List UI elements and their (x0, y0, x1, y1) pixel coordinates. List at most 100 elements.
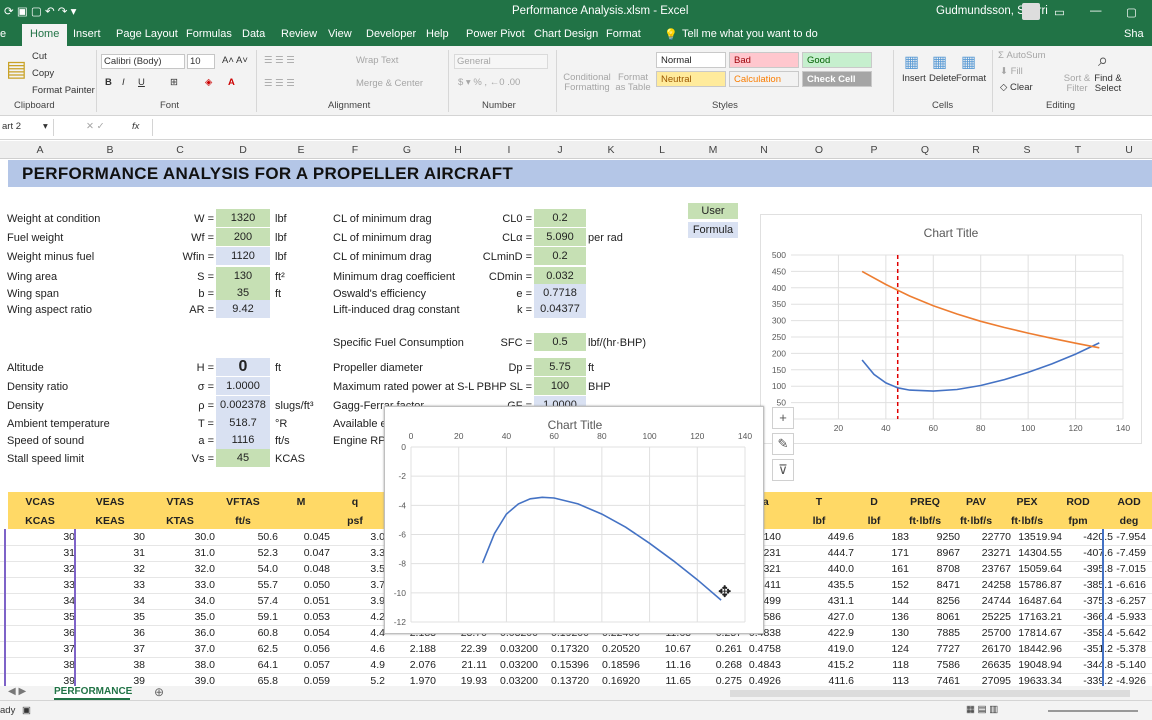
style-neutral[interactable]: Neutral (656, 71, 726, 87)
col-header-a[interactable]: A (30, 144, 50, 156)
table-cell[interactable]: 0.053 (304, 611, 330, 623)
table-cell[interactable]: 140 (763, 531, 781, 543)
chart-power[interactable]: Chart Title05010015020025030035040045050… (760, 214, 1142, 444)
table-cell[interactable]: 38 (133, 659, 145, 671)
fill-color-icon[interactable]: ◈ (205, 77, 212, 88)
table-cell[interactable]: 124 (891, 643, 909, 655)
table-cell[interactable]: 499 (763, 595, 781, 607)
table-cell[interactable]: 4.4 (370, 627, 385, 639)
sort-filter-button[interactable]: Sort & Filter (1062, 74, 1092, 94)
table-cell[interactable]: 0.4758 (749, 643, 781, 655)
view-buttons-icon[interactable]: ▦ ▤ ▥ (966, 704, 998, 715)
table-cell[interactable]: 21.11 (462, 659, 488, 671)
tab-chart-design[interactable]: Chart Design (534, 28, 598, 40)
table-cell[interactable]: 449.6 (828, 531, 854, 543)
tab-insert[interactable]: Insert (73, 28, 101, 40)
table-cell[interactable]: 2.076 (410, 659, 436, 671)
table-cell[interactable]: 4.2 (370, 611, 385, 623)
table-cell[interactable]: 24258 (982, 579, 1011, 591)
style-bad[interactable]: Bad (729, 52, 799, 68)
table-cell[interactable]: 427.0 (828, 611, 854, 623)
table-cell[interactable]: 3.7 (370, 579, 385, 591)
col-header-i[interactable]: I (499, 144, 519, 156)
tab-power-pivot[interactable]: Power Pivot (466, 28, 525, 40)
number-format-select[interactable]: General (454, 54, 548, 69)
table-cell[interactable]: 19048.94 (1018, 659, 1062, 671)
table-cell[interactable]: 33.0 (195, 579, 215, 591)
param-value[interactable]: 130 (216, 267, 270, 285)
param-value[interactable]: 0.002378 (216, 396, 270, 414)
col-header-m[interactable]: M (703, 144, 723, 156)
param-value[interactable]: 1120 (216, 247, 270, 265)
find-icon[interactable]: ⌕ (1098, 50, 1108, 71)
table-cell[interactable]: 24744 (982, 595, 1011, 607)
table-cell[interactable]: 17163.21 (1018, 611, 1062, 623)
chart-aod[interactable]: Chart Title 0 -2 -4 -6 -8 -10 -12 0 20 40 60 80 100 12… (384, 406, 764, 634)
tab-developer[interactable]: Developer (366, 28, 416, 40)
delete-cells-button[interactable]: Delete (929, 73, 956, 84)
table-cell[interactable]: 0.03200 (500, 643, 538, 655)
table-cell[interactable]: 30 (133, 531, 145, 543)
col-header-h[interactable]: H (448, 144, 468, 156)
table-cell[interactable]: 440.0 (828, 563, 854, 575)
col-header-l[interactable]: L (652, 144, 672, 156)
tab-view[interactable]: View (328, 28, 352, 40)
table-cell[interactable]: 3.5 (370, 563, 385, 575)
maximize-icon[interactable]: ▢ (1126, 5, 1137, 19)
tab-help[interactable]: Help (426, 28, 449, 40)
table-cell[interactable]: 37.0 (195, 643, 215, 655)
table-cell[interactable]: 183 (891, 531, 909, 543)
table-cell[interactable]: 0.18596 (602, 659, 640, 671)
table-cell[interactable]: 26635 (982, 659, 1011, 671)
tell-me-input[interactable]: Tell me what you want to do (682, 28, 818, 40)
fill-button[interactable]: ⬇ Fill (1000, 66, 1023, 77)
paste-icon[interactable]: ▤ (6, 56, 27, 82)
table-cell[interactable]: 62.5 (258, 643, 278, 655)
param-value[interactable]: 5.75 (534, 358, 586, 376)
tab-formulas[interactable]: Formulas (186, 28, 232, 40)
table-cell[interactable]: 0.057 (304, 659, 330, 671)
table-cell[interactable]: 0.268 (716, 659, 742, 671)
tab-file[interactable]: e (0, 28, 6, 40)
underline-button[interactable]: U (138, 77, 145, 88)
format-cells-icon[interactable]: ▦ (961, 52, 976, 72)
tab-page-layout[interactable]: Page Layout (116, 28, 178, 40)
param-value[interactable]: 1320 (216, 209, 270, 227)
tab-review[interactable]: Review (281, 28, 317, 40)
table-cell[interactable]: 13519.94 (1018, 531, 1062, 543)
table-cell[interactable]: 419.0 (828, 643, 854, 655)
currency-icon[interactable]: $ ▾ % , ←0 .00 (458, 77, 520, 88)
table-cell[interactable]: 431.1 (828, 595, 854, 607)
table-cell[interactable]: 59.1 (258, 611, 278, 623)
col-header-o[interactable]: O (809, 144, 829, 156)
table-cell[interactable]: 435.5 (828, 579, 854, 591)
table-cell[interactable]: 30.0 (195, 531, 215, 543)
table-cell[interactable]: 10.67 (665, 643, 691, 655)
table-cell[interactable]: 0.261 (716, 643, 742, 655)
col-header-g[interactable]: G (397, 144, 417, 156)
zoom-slider[interactable] (1048, 710, 1138, 712)
table-cell[interactable]: 50.6 (258, 531, 278, 543)
table-cell[interactable]: 2.188 (410, 643, 436, 655)
table-cell[interactable]: 171 (891, 547, 909, 559)
col-header-t[interactable]: T (1068, 144, 1088, 156)
table-cell[interactable]: 23767 (982, 563, 1011, 575)
copy-button[interactable]: Copy (32, 68, 54, 79)
add-sheet-icon[interactable]: ⊕ (154, 685, 164, 699)
tab-home[interactable]: Home (22, 24, 68, 46)
param-value[interactable]: 0.5 (534, 333, 586, 351)
param-value[interactable]: 9.42 (216, 300, 270, 318)
style-calculation[interactable]: Calculation (729, 71, 799, 87)
table-cell[interactable]: 0.4843 (749, 659, 781, 671)
insert-cells-icon[interactable]: ▦ (904, 52, 919, 72)
table-cell[interactable]: 15059.64 (1018, 563, 1062, 575)
param-value[interactable]: 0.04377 (534, 300, 586, 318)
table-cell[interactable]: 22770 (982, 531, 1011, 543)
table-cell[interactable]: 14304.55 (1018, 547, 1062, 559)
table-cell[interactable]: 8708 (937, 563, 960, 575)
table-cell[interactable]: 231 (763, 547, 781, 559)
table-cell[interactable]: 0.051 (304, 595, 330, 607)
table-cell[interactable]: 32 (133, 563, 145, 575)
chart-styles-button[interactable]: ✎ (772, 433, 794, 455)
wrap-text-button[interactable]: Wrap Text (356, 55, 398, 66)
